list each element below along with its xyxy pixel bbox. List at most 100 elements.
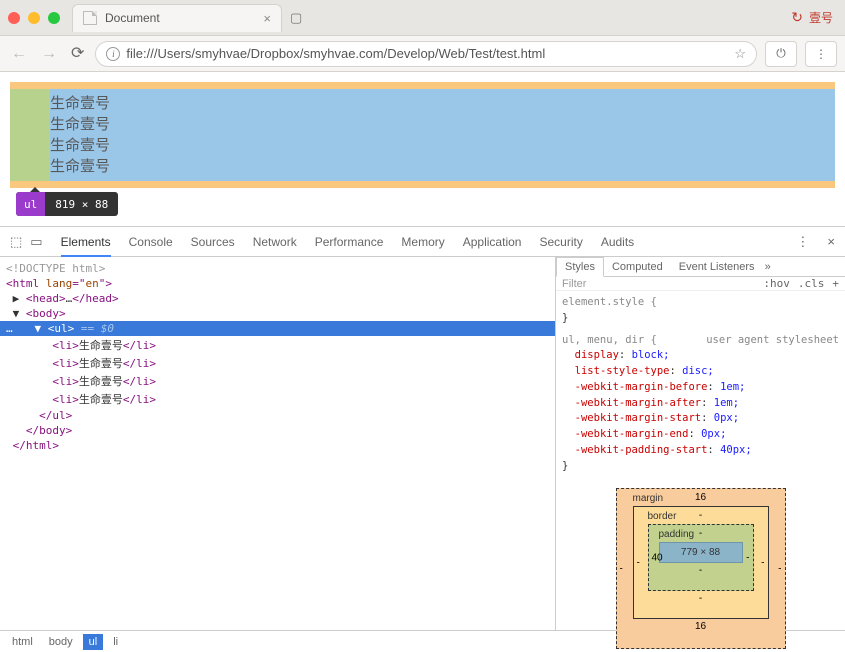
- devtools-menu-icon[interactable]: ⋮: [796, 234, 809, 250]
- url-text: file:///Users/smyhvae/Dropbox/smyhvae.co…: [126, 46, 545, 61]
- css-rules[interactable]: element.style { } user agent stylesheet …: [556, 291, 845, 478]
- element-tooltip: ul 819 × 88: [16, 192, 118, 216]
- hov-toggle[interactable]: :hov: [763, 277, 790, 290]
- styles-filter-row: Filter :hov .cls +: [556, 277, 845, 291]
- device-toggle-icon[interactable]: ▭: [30, 234, 42, 250]
- element-style-selector: element.style {: [562, 296, 657, 308]
- padding-bottom-value: -: [659, 565, 743, 576]
- highlight-margin: 生命壹号 生命壹号 生命壹号 生命壹号: [10, 82, 835, 188]
- dom-doctype: <!DOCTYPE html>: [6, 262, 105, 275]
- url-input[interactable]: i file:///Users/smyhvae/Dropbox/smyhvae.…: [95, 41, 757, 67]
- page-ul: 生命壹号 生命壹号 生命壹号 生命壹号: [10, 89, 835, 181]
- add-style-button[interactable]: +: [832, 277, 839, 290]
- dom-li[interactable]: <li>: [52, 393, 79, 406]
- devtools-panel: ⬚ ▭ Elements Console Sources Network Per…: [0, 226, 845, 652]
- browser-tab[interactable]: Document ×: [72, 4, 282, 32]
- extension-label: 壹号: [809, 9, 833, 26]
- tab-computed[interactable]: Computed: [604, 258, 671, 276]
- breadcrumb-ul[interactable]: ul: [83, 634, 104, 650]
- tab-elements[interactable]: Elements: [61, 235, 111, 257]
- close-tab-icon[interactable]: ×: [263, 11, 271, 26]
- margin-top-value: 16: [695, 492, 706, 503]
- dom-html-close[interactable]: </html>: [13, 439, 59, 452]
- border-right-value: -: [761, 557, 764, 568]
- tooltip-tag: ul: [16, 192, 45, 216]
- power-icon[interactable]: ⏻: [765, 41, 797, 67]
- border-top-value: -: [699, 510, 702, 521]
- styles-pane: Styles Computed Event Listeners » Filter…: [555, 257, 845, 630]
- box-model-diagram[interactable]: margin 16 - - border - - - padding - 40 …: [616, 488, 786, 649]
- dom-head[interactable]: <head>: [26, 292, 66, 305]
- highlight-padding: [10, 89, 50, 181]
- tab-console[interactable]: Console: [129, 235, 173, 249]
- dom-li[interactable]: <li>: [52, 375, 79, 388]
- padding-left-value: 40: [652, 552, 663, 563]
- forward-button[interactable]: →: [38, 46, 60, 62]
- padding-label: padding: [659, 529, 695, 540]
- reload-button[interactable]: ⟳: [68, 46, 87, 62]
- dom-li[interactable]: <li>: [52, 357, 79, 370]
- devtools-tabbar: ⬚ ▭ Elements Console Sources Network Per…: [0, 227, 845, 257]
- back-button[interactable]: ←: [8, 46, 30, 62]
- border-left-value: -: [637, 557, 640, 568]
- extension-badge[interactable]: ↻ 壹号: [791, 9, 833, 26]
- border-label: border: [648, 511, 677, 522]
- ua-selector: ul, menu, dir {: [562, 334, 657, 346]
- padding-right-value: -: [746, 552, 749, 563]
- margin-left-value: -: [620, 563, 623, 574]
- margin-label: margin: [633, 493, 664, 504]
- tab-title: Document: [105, 11, 160, 25]
- tab-memory[interactable]: Memory: [401, 235, 444, 249]
- dom-li[interactable]: <li>: [52, 339, 79, 352]
- tooltip-dimensions: 819 × 88: [45, 198, 118, 211]
- stylesheet-source: user agent stylesheet: [706, 333, 839, 349]
- dom-tree[interactable]: <!DOCTYPE html> <html lang="en"> ▶ <head…: [0, 257, 555, 630]
- tab-sources[interactable]: Sources: [191, 235, 235, 249]
- list-item: 生命壹号: [50, 114, 835, 135]
- page-icon: [83, 11, 97, 25]
- highlight-content: 生命壹号 生命壹号 生命壹号 生命壹号: [10, 89, 835, 181]
- breadcrumb-html[interactable]: html: [6, 634, 39, 650]
- dom-html-open[interactable]: <html lang="en">: [6, 277, 112, 290]
- tab-performance[interactable]: Performance: [315, 235, 384, 249]
- tab-event-listeners[interactable]: Event Listeners: [671, 258, 763, 276]
- inspect-icon[interactable]: ⬚: [10, 234, 22, 250]
- dom-body-close[interactable]: </body>: [26, 424, 72, 437]
- minimize-window-button[interactable]: [28, 12, 40, 24]
- traffic-lights: [8, 12, 60, 24]
- list-item: 生命壹号: [50, 156, 835, 177]
- styles-tabbar: Styles Computed Event Listeners »: [556, 257, 845, 277]
- new-tab-button[interactable]: ▢: [290, 10, 302, 26]
- tab-styles[interactable]: Styles: [556, 257, 604, 277]
- list-item: 生命壹号: [50, 93, 835, 114]
- more-tabs-icon[interactable]: »: [765, 261, 771, 273]
- padding-top-value: -: [699, 528, 702, 539]
- browser-tabs: Document × ▢: [72, 0, 302, 35]
- tab-application[interactable]: Application: [463, 235, 522, 249]
- close-window-button[interactable]: [8, 12, 20, 24]
- tab-network[interactable]: Network: [253, 235, 297, 249]
- list-item: 生命壹号: [50, 135, 835, 156]
- maximize-window-button[interactable]: [48, 12, 60, 24]
- bookmark-icon[interactable]: ☆: [734, 46, 746, 62]
- page-viewport: 生命壹号 生命壹号 生命壹号 生命壹号 ul 819 × 88: [0, 72, 845, 226]
- filter-input[interactable]: Filter: [562, 278, 586, 290]
- tab-security[interactable]: Security: [539, 235, 582, 249]
- address-bar-row: ← → ⟳ i file:///Users/smyhvae/Dropbox/sm…: [0, 36, 845, 72]
- devtools-body: <!DOCTYPE html> <html lang="en"> ▶ <head…: [0, 257, 845, 630]
- dom-ul-close[interactable]: </ul>: [39, 409, 72, 422]
- cls-toggle[interactable]: .cls: [798, 277, 825, 290]
- content-dimensions: 779 × 88: [659, 542, 743, 563]
- dom-body-open[interactable]: <body>: [26, 307, 66, 320]
- site-info-icon[interactable]: i: [106, 47, 120, 61]
- menu-icon[interactable]: ⋮: [805, 41, 837, 67]
- margin-bottom-value: 16: [633, 621, 769, 632]
- tab-audits[interactable]: Audits: [601, 235, 634, 249]
- margin-right-value: -: [778, 563, 781, 574]
- window-titlebar: Document × ▢ ↻ 壹号: [0, 0, 845, 36]
- border-bottom-value: -: [648, 593, 754, 604]
- breadcrumb-body[interactable]: body: [43, 634, 79, 650]
- breadcrumb-li[interactable]: li: [107, 634, 124, 650]
- devtools-close-icon[interactable]: ×: [827, 234, 835, 249]
- dom-selected-ul[interactable]: … ▼ <ul> == $0: [0, 321, 555, 336]
